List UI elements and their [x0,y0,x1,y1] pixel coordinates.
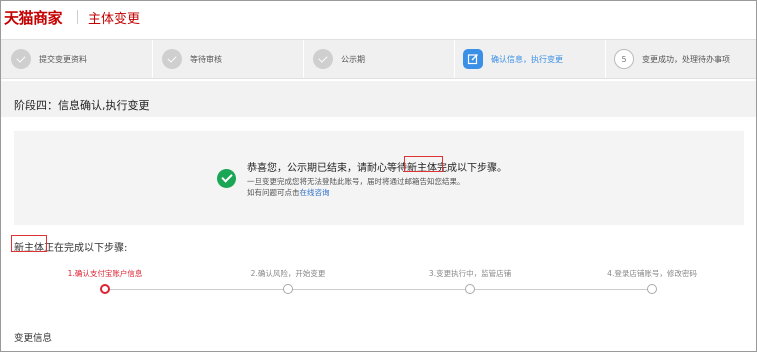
step-number-icon: 5 [614,49,634,69]
step-2: 等待审核 [162,40,222,78]
step-label: 确认信息，执行变更 [491,54,563,64]
step-label: 公示期 [341,54,365,64]
step-1: 提交变更资料 [11,40,87,78]
check-icon [313,49,333,69]
success-check-icon [217,169,236,188]
progress-step-label: 4.登录店铺账号，修改密码 [607,269,697,278]
tmall-logo[interactable]: 天猫商家 [4,7,63,28]
highlight-box [404,156,443,172]
step-divider [454,40,455,78]
online-consult-link[interactable]: 在线咨询 [300,188,330,197]
check-icon [162,49,182,69]
header: 天猫商家 主体变更 [1,1,756,39]
progress-dot [647,284,657,294]
edit-icon [463,49,483,69]
notice-main-text: 恭喜您，公示期已结束，请耐心等待新主体完成以下步骤。 [247,163,507,174]
progress-step-label: 1.确认支付宝账户信息 [67,269,143,278]
page-frame: 天猫商家 主体变更 提交变更资料 等待审核 公示期 确认信息，执行变更 5 变更… [0,0,757,352]
progress-step-label: 2.确认风险，开始变更 [250,269,326,278]
step-bar: 提交变更资料 等待审核 公示期 确认信息，执行变更 5 变更成功，处理待办事项 [1,39,756,79]
step-divider [303,40,304,78]
step-label: 提交变更资料 [39,54,87,64]
progress-step-label: 3.变更执行中，监管店铺 [428,269,512,278]
progress-dot [465,284,475,294]
step-divider [152,40,153,78]
page-title: 主体变更 [88,12,141,27]
notice-detail-text: 一旦变更完成您将无法登陆此账号，届时将通过邮箱告知您结果。 [247,177,465,186]
step-3: 公示期 [313,40,365,78]
progress-dot-active [100,284,110,294]
stage-header: 阶段四：信息确认,执行变更 [1,81,756,117]
help-prefix: 如有问题可点击 [247,188,300,197]
stage-title: 阶段四：信息确认,执行变更 [14,99,150,112]
step-divider [605,40,606,78]
check-icon [11,49,31,69]
step-4-active: 确认信息，执行变更 [463,40,563,78]
progress-track [105,289,653,290]
highlight-box [11,235,47,252]
change-info-title: 变更信息 [14,333,53,344]
header-divider [77,10,78,24]
notice-help-text: 如有问题可点击在线咨询 [247,187,330,198]
notice-panel: 恭喜您，公示期已结束，请耐心等待新主体完成以下步骤。 一旦变更完成您将无法登陆此… [14,131,744,225]
progress-dot [283,284,293,294]
step-label: 等待审核 [190,54,222,64]
step-5: 5 变更成功，处理待办事项 [614,40,730,78]
step-label: 变更成功，处理待办事项 [642,54,730,64]
